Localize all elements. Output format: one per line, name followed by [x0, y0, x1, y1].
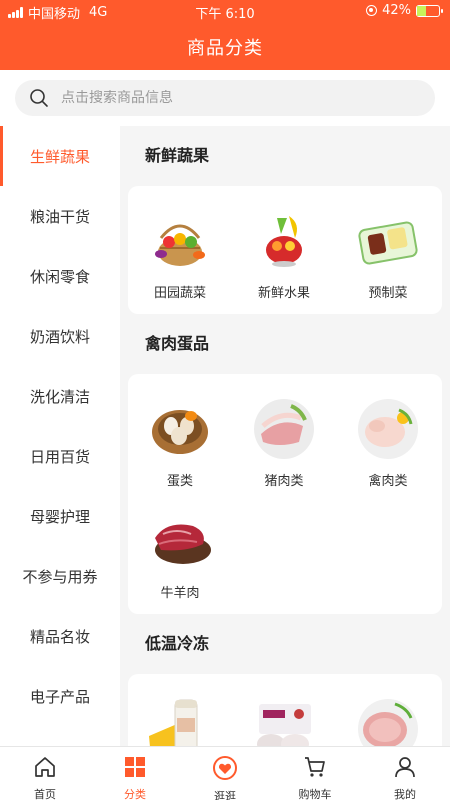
category-content: 新鲜蔬果田园蔬菜 新鲜水果 预制菜禽肉蛋品蛋类 猪肉类 禽肉类牛羊肉低温冷冻 [120, 126, 450, 746]
subcategory-label: 猪肉类 [264, 474, 304, 489]
nav-label: 分类 [124, 788, 146, 800]
sidebar-item[interactable]: 日用百货 [0, 426, 120, 486]
section-title: 禽肉蛋品 [145, 334, 210, 353]
nav-item[interactable]: 购物车 [270, 747, 360, 800]
heart-bag-icon [212, 755, 238, 785]
subcategory-label: 田园蔬菜 [153, 286, 206, 301]
subcategory-item[interactable]: 禽肉类 [336, 382, 440, 494]
orientation-lock-icon [366, 5, 378, 16]
sidebar-item[interactable]: 奶酒饮料 [0, 306, 120, 366]
nav-item[interactable]: 逛逛 [180, 747, 270, 800]
subcategory-item[interactable]: 田园蔬菜 [128, 194, 232, 306]
sidebar-item[interactable]: 精品名妆 [0, 606, 120, 666]
subcategory-item[interactable]: 猪肉类 [232, 382, 336, 494]
sidebar-item[interactable]: 休闲零食 [0, 246, 120, 306]
subcategory-label: 禽肉类 [368, 474, 408, 489]
section-title: 新鲜蔬果 [145, 146, 210, 165]
prepared-dish-icon [355, 208, 421, 274]
bottom-nav: 首页 分类 逛逛 购物车 我的 [0, 746, 450, 800]
subcategory-item[interactable]: 牛羊肉 [128, 494, 232, 606]
subcategory-label: 蛋类 [166, 474, 193, 489]
sidebar-item-label: 粮油干货 [29, 207, 90, 226]
sidebar-item-label: 精品名妆 [29, 627, 90, 646]
category-grid-icon [123, 755, 147, 783]
search-icon [30, 89, 48, 107]
search-input[interactable] [61, 90, 381, 106]
beef-steak-icon [147, 508, 213, 574]
subcategory-item[interactable] [232, 682, 336, 746]
nav-label: 首页 [34, 788, 56, 800]
nav-item[interactable]: 我的 [360, 747, 450, 800]
home-icon [33, 755, 57, 783]
user-icon [393, 755, 417, 783]
subcategory-label: 新鲜水果 [257, 286, 310, 301]
battery-icon [416, 4, 443, 17]
yogurt-cheese-icon [147, 696, 213, 746]
sidebar-item[interactable]: 粮油干货 [0, 186, 120, 246]
sidebar-item[interactable]: 不参与用券 [0, 546, 120, 606]
battery-percent: 42% [382, 3, 411, 18]
sidebar-item-label: 电子产品 [29, 687, 90, 706]
sidebar-item[interactable]: 母婴护理 [0, 486, 120, 546]
nav-label: 我的 [394, 788, 416, 800]
nav-item[interactable]: 首页 [0, 747, 90, 800]
sidebar-item[interactable]: 洗化清洁 [0, 366, 120, 426]
nav-label: 逛逛 [214, 790, 236, 800]
search-bar-area [0, 70, 450, 126]
sidebar-item-label: 母婴护理 [29, 507, 90, 526]
subcategory-item[interactable] [336, 682, 440, 746]
frozen-dumplings-icon [251, 696, 317, 746]
category-card: 田园蔬菜 新鲜水果 预制菜 [128, 186, 442, 314]
nav-label: 购物车 [298, 788, 332, 800]
category-sidebar: 生鲜蔬果粮油干货休闲零食奶酒饮料洗化清洁日用百货母婴护理不参与用券精品名妆电子产… [0, 126, 120, 746]
nav-item[interactable]: 分类 [90, 747, 180, 800]
subcategory-item[interactable]: 预制菜 [336, 194, 440, 306]
poultry-icon [355, 396, 421, 462]
subcategory-item[interactable]: 蛋类 [128, 382, 232, 494]
sidebar-item-label: 奶酒饮料 [29, 327, 90, 346]
search-box[interactable] [15, 80, 435, 116]
category-card [128, 674, 442, 746]
sidebar-item-label: 生鲜蔬果 [29, 147, 90, 166]
sidebar-item-label: 日用百货 [29, 447, 90, 466]
app-header: 中国移动 4G 下午 6:10 42% 商品分类 [0, 0, 450, 70]
sidebar-item-label: 不参与用券 [22, 567, 98, 586]
status-bar: 中国移动 4G 下午 6:10 42% [0, 0, 450, 22]
fruit-platter-icon [251, 208, 317, 274]
sidebar-item-label: 休闲零食 [29, 267, 90, 286]
section-title: 低温冷冻 [145, 634, 210, 653]
egg-basket-icon [147, 396, 213, 462]
sidebar-item[interactable]: 电子产品 [0, 666, 120, 726]
subcategory-label: 预制菜 [368, 286, 408, 301]
subcategory-item[interactable]: 新鲜水果 [232, 194, 336, 306]
pork-slices-icon [251, 396, 317, 462]
sidebar-item-label: 洗化清洁 [29, 387, 90, 406]
subcategory-label: 牛羊肉 [160, 586, 200, 601]
page-title: 商品分类 [187, 38, 263, 59]
cart-icon [303, 755, 327, 783]
sidebar-item[interactable]: 生鲜蔬果 [0, 126, 120, 186]
vegetable-basket-icon [147, 208, 213, 274]
subcategory-item[interactable] [128, 682, 232, 746]
category-card: 蛋类 猪肉类 禽肉类牛羊肉 [128, 374, 442, 614]
ham-slices-icon [355, 696, 421, 746]
